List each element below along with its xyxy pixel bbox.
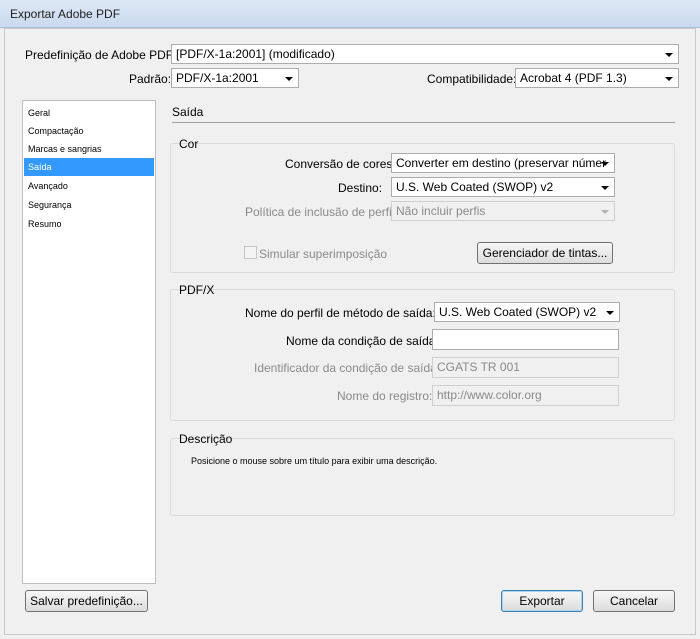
registry-name-field[interactable]: http://www.color.org <box>432 385 619 406</box>
chevron-down-icon <box>606 311 614 315</box>
standard-dropdown[interactable]: PDF/X-1a:2001 <box>171 68 299 88</box>
simulate-overprint-label: Simular superimposição <box>259 247 388 261</box>
preset-label: Predefinição de Adobe PDF: <box>25 48 177 62</box>
destination-dropdown[interactable]: U.S. Web Coated (SWOP) v2 <box>391 177 615 197</box>
compatibility-value: Acrobat 4 (PDF 1.3) <box>520 71 627 85</box>
chevron-down-icon <box>665 77 673 81</box>
pdfx-group-title: PDF/X <box>179 283 215 297</box>
output-condition-identifier-label: Identificador da condição de saída: <box>254 361 441 375</box>
standard-value: PDF/X-1a:2001 <box>176 71 259 85</box>
color-conversion-value: Converter em destino (preservar númer <box>396 156 607 170</box>
export-button[interactable]: Exportar <box>501 590 583 612</box>
sidebar-item-saida[interactable]: Saída <box>24 158 154 176</box>
cancel-button[interactable]: Cancelar <box>593 590 675 612</box>
output-condition-name-field[interactable] <box>432 329 619 350</box>
description-group <box>170 438 675 516</box>
profile-policy-value: Não incluir perfis <box>396 204 486 218</box>
output-intent-profile-label: Nome do perfil de método de saída: <box>245 306 436 320</box>
color-conversion-dropdown[interactable]: Converter em destino (preservar númer <box>391 153 615 173</box>
sidebar-item-marcas-e-sangrias[interactable]: Marcas e sangrias <box>24 140 154 158</box>
destination-value: U.S. Web Coated (SWOP) v2 <box>396 180 554 194</box>
sidebar-item-compactacao[interactable]: Compactação <box>24 122 154 140</box>
compatibility-dropdown[interactable]: Acrobat 4 (PDF 1.3) <box>515 68 679 88</box>
preset-dropdown[interactable]: [PDF/X-1a:2001] (modificado) <box>171 44 679 64</box>
standard-label: Padrão: <box>129 72 172 86</box>
window-title: Exportar Adobe PDF <box>10 7 121 21</box>
chevron-down-icon <box>601 210 609 214</box>
sidebar: Geral Compactação Marcas e sangrias Saíd… <box>22 100 156 584</box>
sidebar-item-geral[interactable]: Geral <box>24 104 154 122</box>
panel-divider <box>172 122 675 123</box>
output-condition-identifier-field[interactable]: CGATS TR 001 <box>432 357 619 378</box>
output-condition-identifier-value: CGATS TR 001 <box>437 360 520 374</box>
panel-title: Saída <box>172 105 204 119</box>
profile-policy-dropdown[interactable]: Não incluir perfis <box>391 201 615 221</box>
output-condition-name-label: Nome da condição de saída: <box>286 334 439 348</box>
color-conversion-label: Conversão de cores: <box>285 157 396 171</box>
sidebar-item-resumo[interactable]: Resumo <box>24 215 154 233</box>
preset-value: [PDF/X-1a:2001] (modificado) <box>176 47 335 61</box>
description-text: Posicione o mouse sobre um título para e… <box>191 456 438 466</box>
registry-name-value: http://www.color.org <box>437 388 542 402</box>
output-intent-profile-dropdown[interactable]: U.S. Web Coated (SWOP) v2 <box>434 302 620 322</box>
ink-manager-button[interactable]: Gerenciador de tintas... <box>477 242 613 264</box>
description-group-title: Descrição <box>179 432 233 446</box>
output-intent-profile-value: U.S. Web Coated (SWOP) v2 <box>439 305 597 319</box>
simulate-overprint-checkbox[interactable] <box>244 246 257 259</box>
chevron-down-icon <box>601 162 609 166</box>
title-bar: Exportar Adobe PDF <box>0 0 700 28</box>
chevron-down-icon <box>285 77 293 81</box>
profile-policy-label: Política de inclusão de perfil: <box>245 205 398 219</box>
registry-name-label: Nome do registro: <box>337 389 433 403</box>
chevron-down-icon <box>665 53 673 57</box>
sidebar-item-seguranca[interactable]: Segurança <box>24 196 154 214</box>
sidebar-item-avancado[interactable]: Avançado <box>24 177 154 195</box>
chevron-down-icon <box>601 186 609 190</box>
color-group-title: Cor <box>179 137 199 151</box>
compatibility-label: Compatibilidade: <box>427 72 517 86</box>
destination-label: Destino: <box>338 181 383 195</box>
save-preset-button[interactable]: Salvar predefinição... <box>25 590 148 612</box>
